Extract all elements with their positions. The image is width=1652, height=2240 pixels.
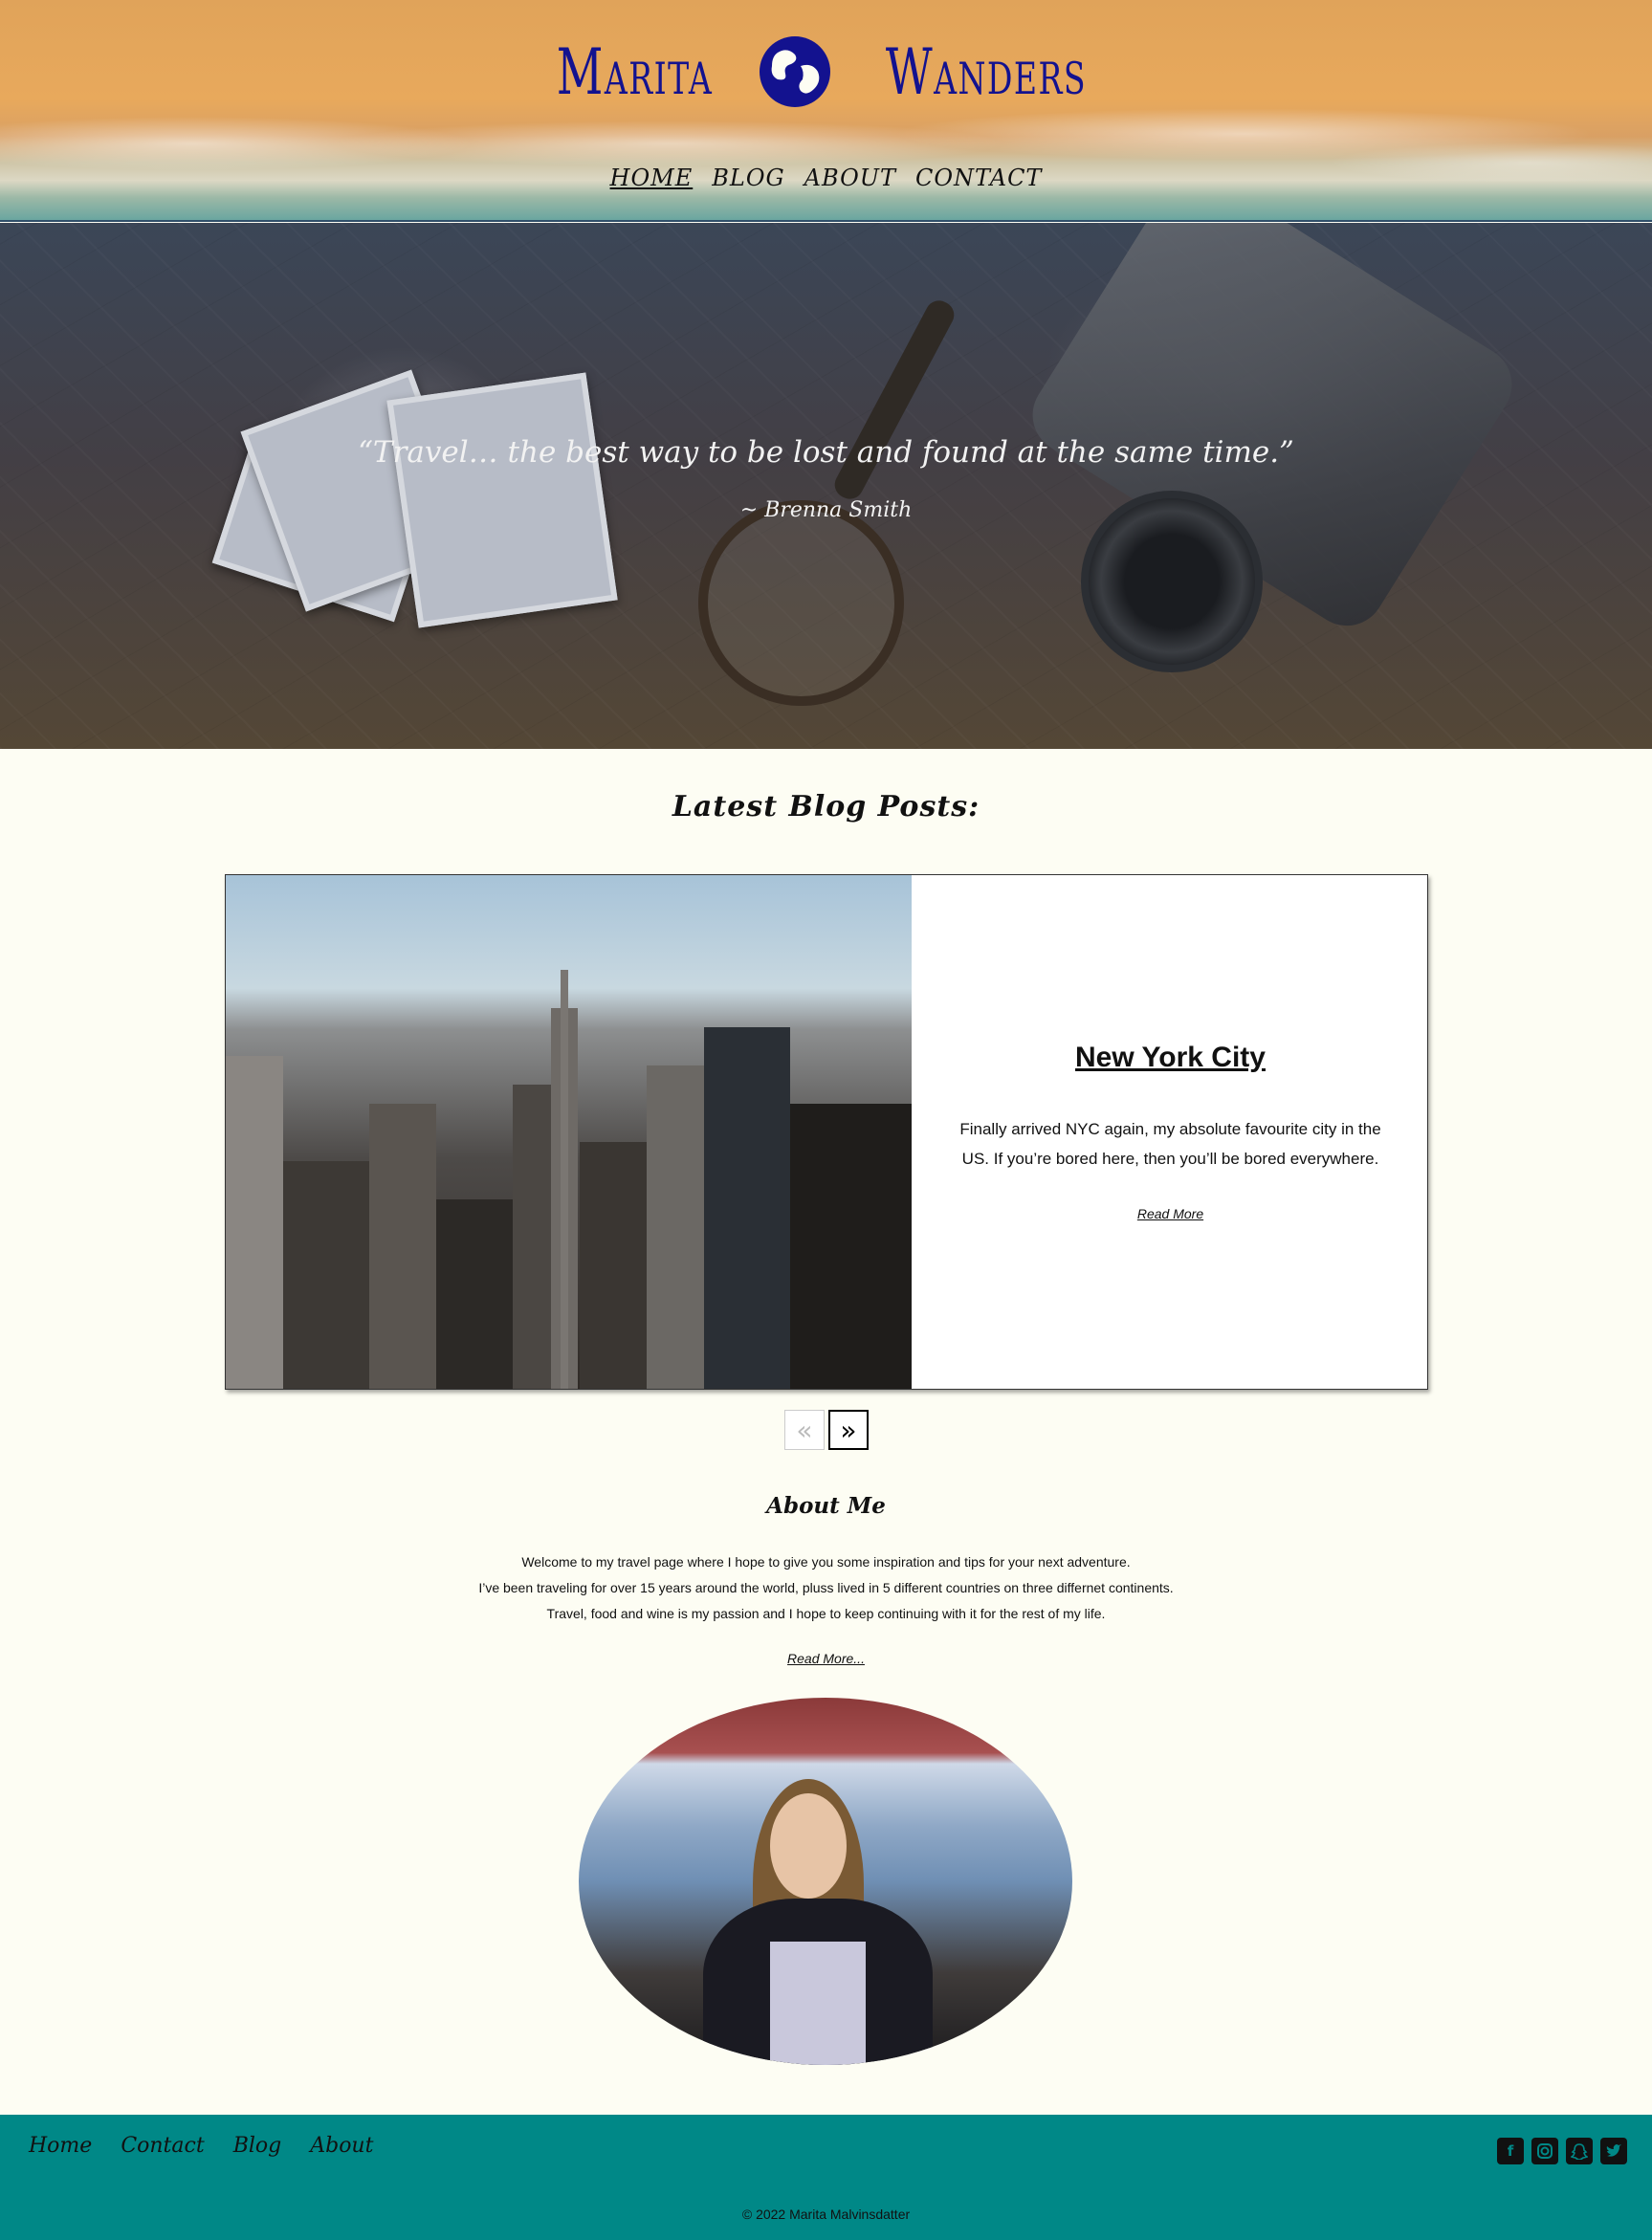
globe-icon (760, 36, 831, 107)
blog-section-title: Latest Blog Posts: (672, 790, 980, 824)
skyscraper (704, 1027, 790, 1389)
logo-word-left: Marita (556, 34, 714, 109)
double-chevron-right-icon: » (840, 1414, 857, 1446)
copyright-text: © 2022 Marita Malvinsdatter (741, 2207, 911, 2222)
portrait-face (770, 1793, 847, 1899)
logo-word-right: Wanders (885, 34, 1088, 109)
skyscraper (580, 1142, 647, 1389)
next-post-button[interactable]: » (828, 1410, 869, 1450)
snapchat-icon[interactable] (1566, 2138, 1593, 2164)
portrait-sweater (770, 1942, 866, 2065)
double-chevron-left-icon: « (796, 1414, 813, 1446)
magnifier-glass (698, 500, 904, 706)
skyscraper (226, 1056, 283, 1389)
footer-nav-about[interactable]: About (310, 2134, 373, 2158)
nav-about[interactable]: ABOUT (804, 165, 896, 191)
footer-nav-home[interactable]: Home (29, 2134, 92, 2158)
footer-nav-contact[interactable]: Contact (121, 2134, 204, 2158)
site-header: Marita Wanders HOME BLOG ABOUT CONTACT (0, 0, 1652, 222)
facebook-icon[interactable]: f (1497, 2138, 1524, 2164)
author-portrait (579, 1698, 1072, 2065)
hero-quote: “Travel… the best way to be lost and fou… (358, 435, 1294, 470)
footer-nav-blog[interactable]: Blog (233, 2134, 282, 2158)
footer-nav: Home Contact Blog About (29, 2134, 373, 2158)
post-title[interactable]: New York City (912, 1042, 1427, 1074)
about-read-more-link[interactable]: Read More... (0, 1651, 1652, 1666)
main-nav: HOME BLOG ABOUT CONTACT (0, 165, 1652, 191)
skyscraper (436, 1199, 513, 1389)
post-image-nyc (226, 875, 912, 1389)
social-links: f (1497, 2138, 1627, 2164)
post-excerpt: Finally arrived NYC again, my absolute f… (959, 1120, 1381, 1168)
hero-banner: “Travel… the best way to be lost and fou… (0, 223, 1652, 749)
skyscraper (647, 1065, 704, 1389)
twitter-icon[interactable] (1600, 2138, 1627, 2164)
about-line: Travel, food and wine is my passion and … (546, 1606, 1106, 1621)
about-line: Welcome to my travel page where I hope t… (521, 1554, 1131, 1570)
skyscraper (790, 1104, 912, 1389)
site-logo[interactable]: Marita Wanders (0, 29, 1652, 115)
nav-contact[interactable]: CONTACT (915, 165, 1042, 191)
prev-post-button[interactable]: « (784, 1410, 825, 1450)
skyscraper (513, 1085, 551, 1389)
skyscraper-spire (561, 970, 568, 1389)
about-text: Welcome to my travel page where I hope t… (0, 1549, 1652, 1627)
instagram-icon[interactable] (1531, 2138, 1558, 2164)
skyscraper (369, 1104, 436, 1389)
blog-post-card: New York City Finally arrived NYC again,… (225, 874, 1428, 1390)
nav-blog[interactable]: BLOG (712, 165, 784, 191)
nav-home[interactable]: HOME (610, 165, 694, 191)
site-footer: Home Contact Blog About f © 2022 Marita … (0, 2115, 1652, 2240)
skyscraper (283, 1161, 369, 1389)
hero-quote-author: ~ Brenna Smith (739, 498, 913, 522)
post-pager: « » (784, 1410, 869, 1450)
about-section-title: About Me (766, 1493, 886, 1519)
post-content: New York City Finally arrived NYC again,… (912, 875, 1427, 1389)
about-line: I’ve been traveling for over 15 years ar… (478, 1580, 1174, 1595)
post-read-more-link[interactable]: Read More (912, 1206, 1427, 1221)
